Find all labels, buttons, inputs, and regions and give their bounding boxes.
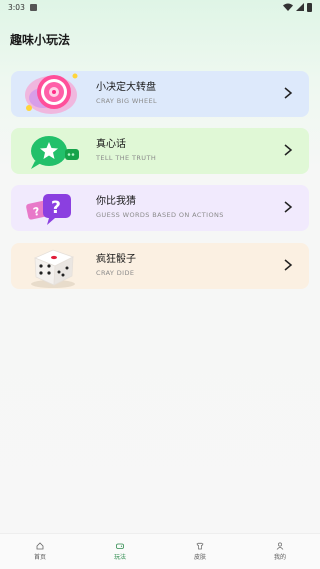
question-bubble-icon: ? ?: [26, 194, 71, 225]
tab-label: 首页: [33, 554, 46, 561]
card-title: 疯狂骰子: [96, 254, 136, 265]
svg-text:?: ?: [51, 198, 61, 218]
chevron-right-icon: [284, 201, 293, 213]
card-text: 疯狂骰子 CRAY DIDE: [96, 254, 136, 277]
card-subtitle: TELL THE TRUTH: [96, 154, 157, 162]
skin-icon: [196, 542, 204, 550]
tab-skin[interactable]: 皮肤: [160, 534, 240, 569]
card-title: 小决定大转盘: [96, 82, 156, 93]
tab-bar: 首页 玩法 皮肤 我的: [0, 533, 320, 569]
card-guess-words[interactable]: ? ? 你比我猜 GUESS WORDS BASED ON ACTIONS: [11, 185, 309, 231]
status-icons: [283, 2, 312, 12]
chat-bubble-icon: [31, 136, 79, 169]
chevron-right-icon: [284, 87, 293, 99]
signal-icon: [296, 3, 304, 11]
card-big-wheel[interactable]: 小决定大转盘 CRAY BIG WHEEL: [11, 71, 309, 117]
home-icon: [36, 542, 44, 550]
tab-label: 皮肤: [193, 554, 206, 561]
card-text: 你比我猜 GUESS WORDS BASED ON ACTIONS: [96, 196, 224, 219]
battery-icon: [307, 2, 312, 12]
card-title: 你比我猜: [96, 196, 136, 207]
status-time: 3:03: [8, 2, 25, 12]
card-title: 真心话: [96, 139, 126, 150]
wifi-icon: [283, 3, 293, 11]
tab-label: 我的: [273, 554, 286, 561]
dice-icon: [31, 249, 75, 288]
card-crazy-dice[interactable]: 疯狂骰子 CRAY DIDE: [11, 243, 309, 289]
notification-icon: [29, 3, 37, 11]
tab-play[interactable]: 玩法: [80, 534, 160, 569]
card-subtitle: GUESS WORDS BASED ON ACTIONS: [96, 211, 224, 219]
status-bar: 3:03: [0, 0, 320, 14]
card-truth[interactable]: 真心话 TELL THE TRUTH: [11, 128, 309, 174]
chevron-right-icon: [284, 259, 293, 271]
tab-mine[interactable]: 我的: [240, 534, 320, 569]
card-subtitle: CRAY BIG WHEEL: [96, 97, 157, 105]
user-icon: [276, 542, 284, 550]
card-text: 真心话 TELL THE TRUTH: [96, 139, 156, 162]
wheel-icon: [25, 73, 78, 114]
card-subtitle: CRAY DIDE: [96, 269, 135, 277]
tab-home[interactable]: 首页: [0, 534, 80, 569]
page-title: 趣味小玩法: [10, 33, 71, 47]
card-text: 小决定大转盘 CRAY BIG WHEEL: [96, 82, 157, 105]
gamepad-icon: [116, 543, 124, 549]
chevron-right-icon: [284, 144, 293, 156]
tab-label: 玩法: [113, 554, 126, 561]
